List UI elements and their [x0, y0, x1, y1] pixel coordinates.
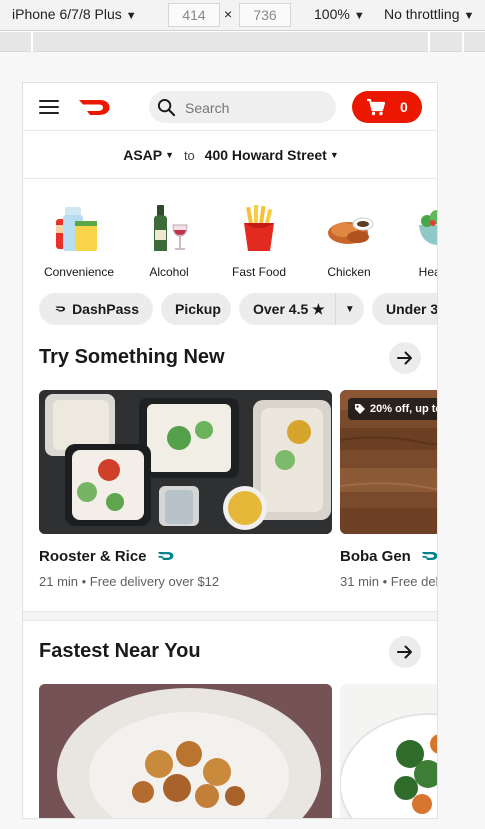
hamburger-menu-icon[interactable]	[39, 100, 59, 114]
food-photo	[39, 390, 332, 534]
caret-down-icon: ▼	[125, 10, 137, 22]
wine-bottle-icon	[154, 205, 188, 251]
store-image-fastest-1[interactable]	[39, 684, 332, 818]
promo-badge-text: 20% off, up to $5	[370, 403, 437, 415]
salad-icon	[419, 210, 437, 245]
food-photo	[340, 684, 437, 818]
section-divider	[23, 611, 437, 621]
doordash-logo[interactable]	[78, 97, 112, 117]
pickup-filter-chip[interactable]: Pickup	[161, 293, 231, 325]
see-all-arrow-button[interactable]	[389, 342, 421, 374]
delivery-time: ASAP	[123, 147, 163, 163]
fries-icon	[244, 205, 274, 251]
arrow-right-icon	[397, 645, 412, 659]
ruler-mark	[31, 32, 33, 52]
category-label: Fast Food	[231, 265, 287, 279]
app-header: Search 0	[23, 83, 437, 131]
store-name-boba-gen[interactable]: Boba Gen	[340, 548, 437, 565]
chip-label: Over 4.5 ★	[253, 300, 325, 317]
store-image-rooster-rice[interactable]	[39, 390, 332, 534]
dashpass-icon	[55, 306, 66, 312]
dimension-separator: ×	[224, 6, 233, 22]
section-title-fastest: Fastest Near You	[39, 640, 201, 662]
category-label: Chicken	[327, 265, 371, 279]
tag-icon	[355, 404, 365, 414]
category-healthy[interactable]: Healthy	[389, 203, 437, 279]
devtools-toolbar: iPhone 6/7/8 Plus ▼ 414 × 736 100% ▼ No th…	[0, 0, 485, 31]
zoom-select[interactable]: 100% ▼	[314, 6, 365, 22]
chip-label: Pickup	[175, 301, 221, 317]
store-name-text: Rooster & Rice	[39, 548, 147, 565]
store-name-rooster-rice[interactable]: Rooster & Rice	[39, 548, 175, 565]
caret-down-icon: ▼	[353, 10, 365, 22]
filter-chips: DashPass Pickup Over 4.5 ★ ▼ Under 30 mi…	[23, 293, 438, 325]
convenience-icon	[56, 207, 97, 251]
search-bar[interactable]: Search	[149, 91, 336, 123]
media-query-ruler[interactable]	[0, 32, 485, 52]
device-select[interactable]: iPhone 6/7/8 Plus ▼	[12, 6, 137, 22]
height-input[interactable]: 736	[239, 3, 291, 27]
category-chicken[interactable]: Chicken	[299, 203, 399, 279]
caret-down-icon: ▼	[463, 10, 475, 22]
promo-badge: 20% off, up to $5	[348, 398, 437, 420]
store-image-fastest-2[interactable]	[340, 684, 437, 818]
category-fast-food[interactable]: Fast Food	[209, 203, 309, 279]
ruler-mark	[462, 32, 464, 52]
device-name: iPhone 6/7/8 Plus	[12, 6, 122, 22]
phone-viewport: Search 0 ASAP ▼ to 400 Howard Street ▼ C…	[22, 82, 438, 819]
delivery-time-select[interactable]: ASAP ▼	[123, 147, 174, 163]
store-name-text: Boba Gen	[340, 548, 411, 565]
store-meta-rooster-rice: 21 min • Free delivery over $12	[39, 574, 220, 589]
see-all-arrow-button[interactable]	[389, 636, 421, 668]
category-convenience[interactable]: Convenience	[29, 203, 129, 279]
ruler-mark	[428, 32, 430, 52]
search-icon	[157, 98, 176, 117]
cart-icon	[367, 98, 386, 116]
category-label: Alcohol	[149, 265, 189, 279]
throttling-value: No throttling	[384, 6, 460, 22]
search-placeholder: Search	[185, 100, 230, 116]
zoom-value: 100%	[314, 6, 350, 22]
address-select[interactable]: 400 Howard Street ▼	[205, 147, 339, 163]
category-carousel: Convenience Alcohol Fast Food Chicken He	[23, 203, 437, 283]
store-image-boba-gen[interactable]: 20% off, up to $5	[340, 390, 437, 534]
time-filter-chip[interactable]: Under 30 min	[372, 293, 438, 325]
arrow-right-icon	[397, 351, 412, 365]
chip-label: DashPass	[72, 301, 139, 317]
chevron-down-icon: ▼	[329, 150, 339, 160]
address-to-label: to	[183, 148, 195, 163]
dashpass-filter-chip[interactable]: DashPass	[39, 293, 153, 325]
category-label: Convenience	[43, 265, 115, 279]
chevron-down-icon[interactable]: ▼	[336, 304, 364, 315]
chevron-down-icon: ▼	[165, 150, 175, 160]
cart-count: 0	[400, 99, 408, 115]
dashpass-icon	[421, 551, 437, 561]
delivery-address: 400 Howard Street	[204, 147, 327, 163]
store-meta-boba-gen: 31 min • Free delivery over $12	[340, 574, 437, 589]
throttling-select[interactable]: No throttling ▼	[384, 6, 474, 22]
chip-label: Under 30 min	[386, 301, 438, 317]
delivery-address-bar: ASAP ▼ to 400 Howard Street ▼	[23, 131, 437, 179]
rating-filter-chip[interactable]: Over 4.5 ★ ▼	[239, 293, 364, 325]
chicken-icon	[328, 217, 374, 244]
dashpass-icon	[157, 551, 174, 561]
section-title-try-new: Try Something New	[39, 346, 225, 368]
width-input[interactable]: 414	[168, 3, 220, 27]
category-alcohol[interactable]: Alcohol	[119, 203, 219, 279]
cart-button[interactable]: 0	[352, 91, 422, 123]
food-photo	[39, 684, 332, 818]
category-label: Healthy	[418, 265, 437, 279]
